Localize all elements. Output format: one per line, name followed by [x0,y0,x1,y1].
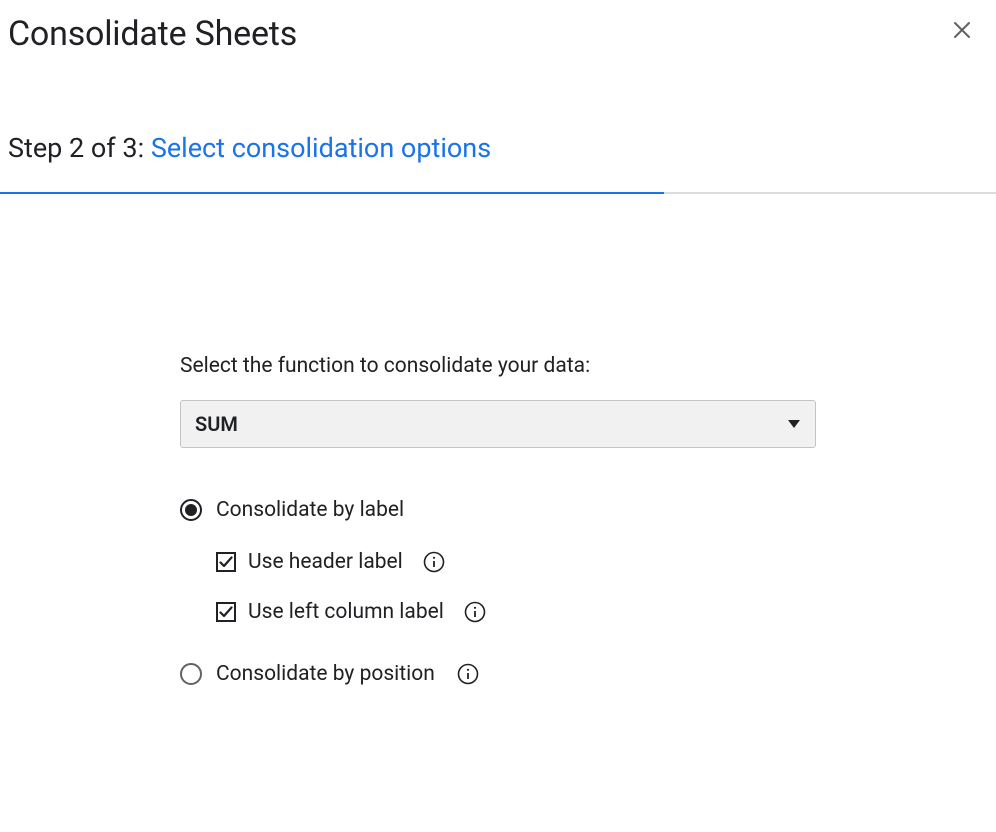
function-select-value: SUM [195,412,238,436]
dialog-title: Consolidate Sheets [8,14,297,54]
function-select-wrap: SUM [180,400,816,448]
form-content: Select the function to consolidate your … [0,354,996,686]
radio-consolidate-by-position[interactable]: Consolidate by position [180,662,816,686]
checkbox-icon [216,602,236,622]
radio-label: Consolidate by label [216,498,404,522]
label-checkbox-group: Use header label Use left column label [216,550,816,624]
radio-icon [180,663,202,685]
progress-bar [0,192,996,194]
info-icon[interactable] [464,601,486,623]
checkbox-use-header-label[interactable]: Use header label [216,550,816,574]
checkbox-label: Use header label [248,550,403,574]
checkbox-icon [216,552,236,572]
close-button[interactable] [946,14,978,50]
function-select[interactable]: SUM [180,400,816,448]
radio-consolidate-by-label[interactable]: Consolidate by label [180,498,816,522]
radio-label: Consolidate by position [216,662,435,686]
consolidate-options: Consolidate by label Use header label [180,498,816,686]
function-label: Select the function to consolidate your … [180,354,816,378]
info-icon[interactable] [423,551,445,573]
progress-segment-2 [332,192,664,194]
progress-segment-3 [664,192,996,194]
dialog-header: Consolidate Sheets [0,0,996,54]
close-icon [950,18,974,42]
step-prefix: Step 2 of 3: [8,132,151,164]
info-icon[interactable] [457,663,479,685]
progress-segment-1 [0,192,332,194]
checkbox-label: Use left column label [248,600,444,624]
radio-icon [180,499,202,521]
step-heading: Step 2 of 3: Select consolidation option… [0,132,996,164]
checkbox-use-left-column-label[interactable]: Use left column label [216,600,816,624]
step-title: Select consolidation options [151,132,491,164]
